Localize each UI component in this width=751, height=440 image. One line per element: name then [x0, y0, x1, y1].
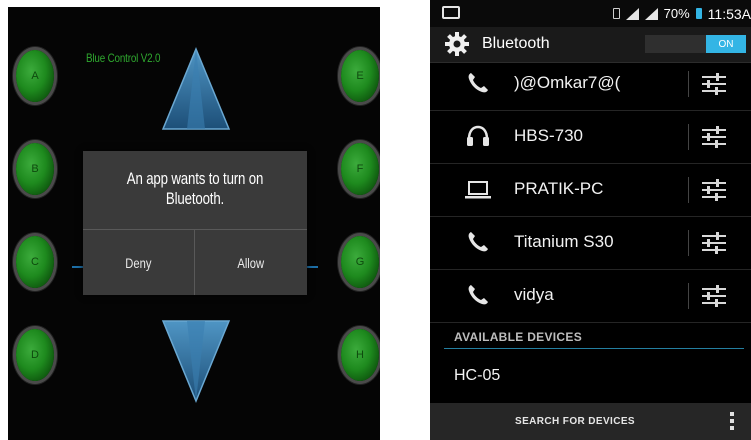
- control-button-e[interactable]: E: [341, 50, 379, 102]
- device-name: PRATIK-PC: [514, 179, 604, 198]
- control-button-c[interactable]: C: [16, 236, 54, 288]
- paired-device-row[interactable]: )@Omkar7@(: [430, 57, 751, 111]
- row-divider: [688, 71, 689, 97]
- dialog-message: An app wants to turn on Bluetooth.: [126, 169, 264, 208]
- device-name: HBS-730: [514, 126, 583, 145]
- device-settings-icon[interactable]: [701, 283, 727, 309]
- laptop-icon: [465, 181, 491, 199]
- control-button-g[interactable]: G: [341, 236, 379, 288]
- device-settings-icon[interactable]: [701, 71, 727, 97]
- available-devices-header: AVAILABLE DEVICES: [454, 330, 583, 344]
- bottom-bar: SEARCH FOR DEVICES: [430, 403, 751, 440]
- page-title: Bluetooth: [482, 35, 550, 52]
- row-divider: [688, 124, 689, 150]
- control-button-b[interactable]: B: [16, 143, 54, 195]
- search-for-devices-button[interactable]: SEARCH FOR DEVICES: [430, 403, 720, 440]
- battery-icon: [695, 8, 702, 19]
- blue-control-screen: Blue Control V2.0 A B C D E F G H An app…: [8, 7, 380, 440]
- control-button-h[interactable]: H: [341, 329, 379, 381]
- control-button-d[interactable]: D: [16, 329, 54, 381]
- toggle-on-label: ON: [706, 35, 746, 53]
- arrow-up-button[interactable]: [161, 47, 231, 131]
- paired-device-row[interactable]: Titanium S30: [430, 216, 751, 270]
- device-name: Titanium S30: [514, 232, 614, 251]
- bluetooth-permission-dialog: An app wants to turn on Bluetooth. Deny …: [83, 151, 307, 295]
- notification-icon: [442, 6, 460, 19]
- bluetooth-settings-screen: 70% 11:53A Bluetooth ON)@Omkar7@(HBS-7…: [430, 0, 751, 440]
- device-name: vidya: [514, 285, 554, 304]
- allow-button[interactable]: Allow: [195, 230, 306, 295]
- status-bar: 70% 11:53A: [430, 0, 751, 27]
- app-title: Blue Control V2.0: [86, 51, 161, 65]
- paired-device-row[interactable]: PRATIK-PC: [430, 163, 751, 217]
- control-button-a[interactable]: A: [16, 50, 54, 102]
- clock: 11:53A: [707, 5, 751, 22]
- device-settings-icon[interactable]: [701, 124, 727, 150]
- control-button-f[interactable]: F: [341, 143, 379, 195]
- overflow-menu-icon[interactable]: [728, 412, 736, 432]
- phone-icon: [468, 232, 488, 252]
- available-device-row[interactable]: HC-05: [430, 349, 751, 401]
- deny-label: Deny: [125, 254, 152, 271]
- paired-device-row[interactable]: HBS-730: [430, 110, 751, 164]
- signal-icon-2: [644, 7, 658, 20]
- deny-button[interactable]: Deny: [83, 230, 194, 295]
- device-name: )@Omkar7@(: [514, 73, 621, 92]
- phone-icon: [468, 73, 488, 93]
- device-settings-icon[interactable]: [701, 230, 727, 256]
- right-connector-line: [306, 266, 318, 268]
- settings-gear-icon[interactable]: [444, 31, 470, 57]
- headphones-icon: [467, 125, 489, 146]
- allow-label: Allow: [237, 254, 264, 271]
- battery-percent: 70%: [663, 6, 690, 21]
- row-divider: [688, 177, 689, 203]
- phone-icon: [468, 285, 488, 305]
- vibrate-icon: [612, 8, 620, 19]
- status-bar-right: 70% 11:53A: [612, 0, 751, 27]
- device-settings-icon[interactable]: [701, 177, 727, 203]
- row-divider: [688, 283, 689, 309]
- bluetooth-toggle[interactable]: ON: [645, 35, 746, 53]
- arrow-down-button[interactable]: [161, 319, 231, 403]
- signal-icon: [625, 7, 639, 20]
- device-name: HC-05: [454, 367, 501, 384]
- row-divider: [688, 230, 689, 256]
- paired-device-row[interactable]: vidya: [430, 269, 751, 323]
